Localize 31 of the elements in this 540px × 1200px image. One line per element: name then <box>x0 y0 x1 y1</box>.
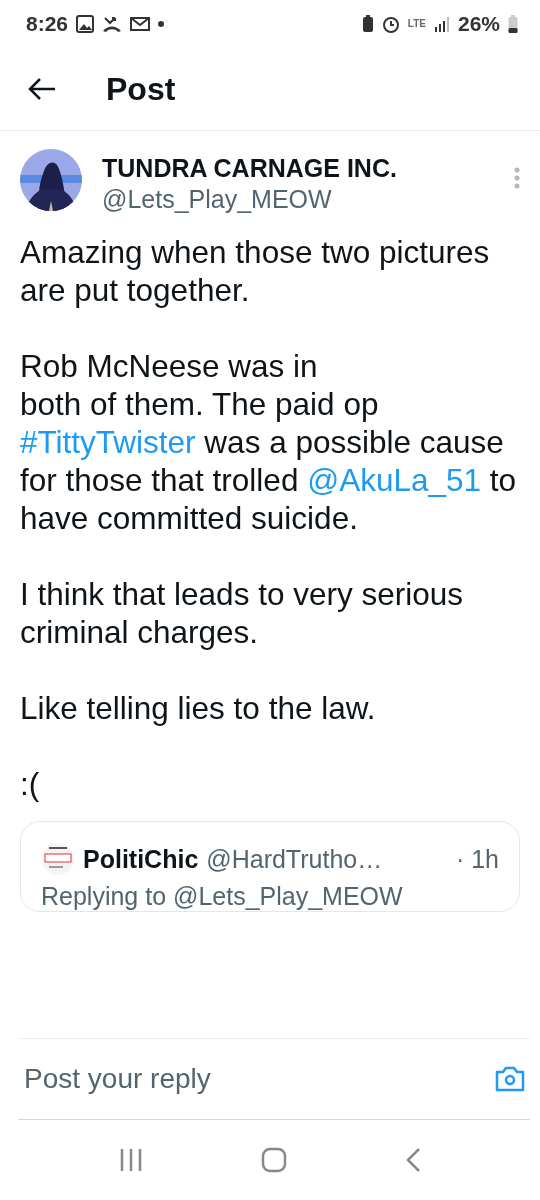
battery-saver-icon <box>361 15 374 33</box>
post-text: Rob McNeese was in both of them. The paid op #TittyTwister was a possible cause for those that trolled @AkuLa_51 to have committed suicide. <box>20 347 518 537</box>
battery-icon <box>508 15 518 33</box>
dot-icon <box>158 21 165 27</box>
post-text: Like telling lies to the law. <box>20 689 377 727</box>
quoted-author-name: PolitiChic <box>83 844 199 874</box>
home-icon[interactable] <box>261 1147 287 1173</box>
author-handle[interactable]: @Lets_Play_MEOW <box>102 183 494 215</box>
status-time: 8:26 <box>26 12 69 36</box>
recent-apps-icon[interactable] <box>119 1147 143 1173</box>
author-name[interactable]: TUNDRA CARNAGE INC. <box>102 153 494 183</box>
quoted-post[interactable]: PolitiChic @HardTrutho… · 1h Replying to @Lets_Play_MEOW <box>20 821 520 912</box>
missed-call-icon <box>102 15 123 33</box>
mail-icon <box>130 16 151 32</box>
post-text: :( <box>20 765 41 803</box>
page-title: Post <box>106 70 176 108</box>
network-type: LTE <box>407 19 426 29</box>
quoted-author-handle: @HardTrutho… <box>206 844 383 874</box>
quoted-avatar-icon <box>41 842 75 876</box>
battery-percent: 26% <box>457 12 500 36</box>
more-options-icon[interactable] <box>514 167 520 189</box>
back-arrow-icon[interactable] <box>28 77 56 101</box>
quoted-post-time: · 1h <box>455 844 499 874</box>
signal-icon <box>433 16 450 32</box>
image-icon <box>76 15 95 33</box>
replying-to-text: Replying to @Lets_Play_MEOW <box>41 882 404 911</box>
post-text: Amazing when those two pictures are put together. <box>20 233 491 309</box>
alarm-icon <box>381 15 400 33</box>
camera-icon[interactable] <box>494 1065 526 1093</box>
post-text: I think that leads to very serious criminal charges. <box>20 575 464 651</box>
back-icon[interactable] <box>405 1147 421 1173</box>
